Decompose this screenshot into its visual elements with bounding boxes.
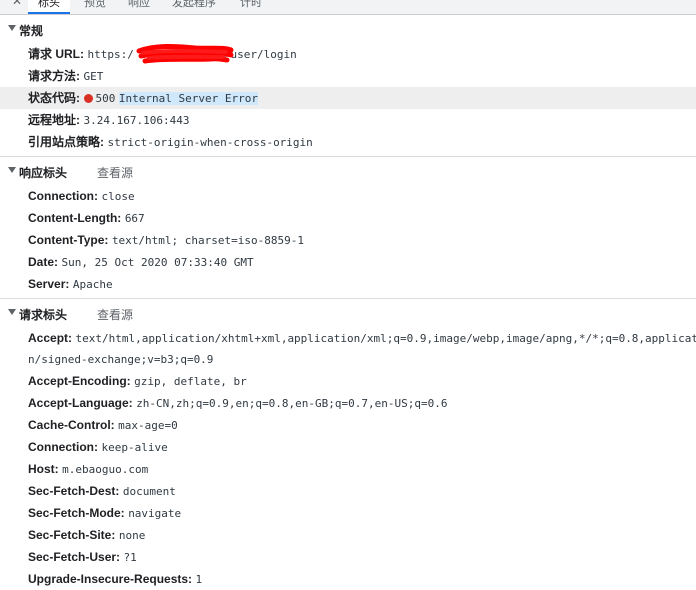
header-key: Accept-Encoding: [28,374,131,388]
header-key: Sec-Fetch-User: [28,550,121,564]
header-key: Content-Length: [28,211,122,225]
header-value: Apache [72,278,113,291]
remote-address-value: 3.24.167.106:443 [83,114,190,127]
header-key: Sec-Fetch-Site: [28,528,116,542]
header-value: Sun, 25 Oct 2020 07:33:40 GMT [61,256,254,269]
collapse-arrow-icon [8,25,16,31]
tab-headers[interactable]: 标头 [28,0,70,14]
header-value: none [118,529,146,542]
general-section-header[interactable]: 常规 [0,19,696,41]
remote-address-key: 远程地址: [28,113,80,127]
header-value: ?1 [123,551,137,564]
header-key: Host: [28,462,59,476]
response-view-source-link[interactable]: 查看源 [97,164,133,181]
header-value: 1 [195,573,203,586]
referrer-policy-key: 引用站点策略: [28,135,104,149]
redaction-scribble [136,43,234,64]
header-value: text/html; charset=iso-8859-1 [111,234,304,247]
header-key: Server: [28,277,70,291]
referrer-policy-value: strict-origin-when-cross-origin [107,136,313,149]
header-key: Cache-Control: [28,418,115,432]
header-key: Accept-Language: [28,396,133,410]
collapse-arrow-icon [8,167,16,173]
accept-header-value-line1: text/html,application/xhtml+xml,applicat… [75,332,696,345]
status-code-row: 状态代码: 500 Internal Server Error [0,87,696,109]
request-method-key: 请求方法: [28,69,80,83]
request-headers-title: 请求标头 [19,308,68,322]
header-value: document [122,485,176,498]
header-value: keep-alive [101,441,168,454]
header-value: 667 [124,212,145,225]
request-view-source-link[interactable]: 查看源 [97,306,133,323]
header-value: gzip, deflate, br [134,375,247,388]
header-key: Sec-Fetch-Dest: [28,484,120,498]
header-key: Date: [28,255,59,269]
accept-header-value-line2: n/signed-exchange;v=b3;q=0.9 [28,353,214,366]
response-headers-section-header[interactable]: 响应标头 查看源 [0,161,696,183]
general-section-title: 常规 [19,24,44,38]
close-icon[interactable]: ✕ [12,0,22,8]
header-key: Content-Type: [28,233,109,247]
header-key: Connection: [28,189,98,203]
header-key: Connection: [28,440,98,454]
request-method-value: GET [83,70,104,83]
error-status-icon [83,94,93,103]
tab-timing[interactable]: 计时 [240,0,262,14]
devtools-tab-bar: ✕ 标头 预览 响应 发起程序 计时 [0,0,696,15]
header-value: close [101,190,135,203]
header-value: max-age=0 [118,419,178,432]
response-headers-title: 响应标头 [19,166,68,180]
tab-initiator[interactable]: 发起程序 [172,0,216,14]
accept-header-key: Accept: [28,331,73,345]
collapse-arrow-icon [8,309,16,315]
request-url-key: 请求 URL: [28,47,84,61]
tab-response[interactable]: 响应 [128,0,150,14]
request-headers-section-header[interactable]: 请求标头 查看源 [0,303,696,325]
request-url-prefix: https:/ [87,48,134,61]
section-divider [0,156,696,157]
header-key: Sec-Fetch-Mode: [28,506,125,520]
header-value: m.ebaoguo.com [62,463,149,476]
status-code-text[interactable]: Internal Server Error [118,92,258,105]
status-code-number: 500 [95,92,116,105]
header-value: zh-CN,zh;q=0.9,en;q=0.8,en-GB;q=0.7,en-U… [136,397,448,410]
section-divider [0,298,696,299]
header-key: Upgrade-Insecure-Requests: [28,572,193,586]
tab-preview[interactable]: 预览 [84,0,106,14]
header-value: navigate [128,507,182,520]
status-code-key: 状态代码: [28,91,80,105]
